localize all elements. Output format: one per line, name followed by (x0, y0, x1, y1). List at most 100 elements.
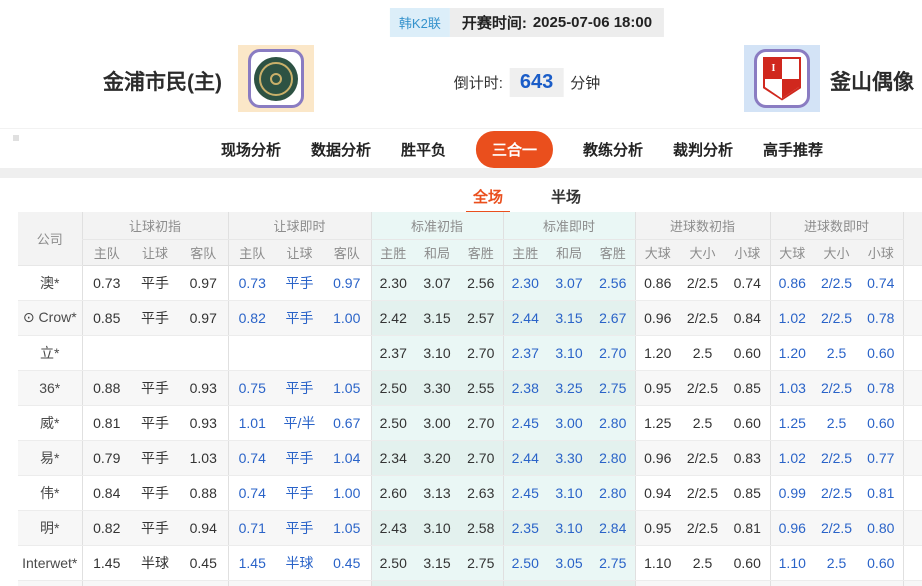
odds-cell: 2.84 (591, 510, 635, 546)
col-header: 主胜 (502, 239, 547, 266)
company-cell[interactable]: Interwet* (18, 545, 82, 581)
odds-cell: 0.95 (634, 510, 680, 546)
odds-cell: 3.10 (415, 510, 459, 546)
odds-row-立: 立* 2.37 3.10 2.70 2.37 3.10 2.70 1.20 2.5 0.60 1.2… (18, 335, 922, 371)
odds-cell: 0.71 (227, 510, 276, 546)
countdown-label: 倒计时: (453, 75, 503, 92)
odds-cell (81, 335, 131, 371)
odds-cell: 0.81 (725, 510, 771, 546)
odds-cell: 平手 (131, 510, 179, 546)
period-tab-0[interactable]: 全场 (473, 186, 503, 214)
group-header-4: 进球数初指 (634, 212, 771, 240)
odds-cell: 2/2.5 (680, 265, 725, 301)
period-subtabs: 全场 半场 (473, 186, 581, 214)
col-header: 客胜 (459, 239, 503, 266)
odds-cell: 2.45 (502, 475, 547, 511)
company-cell[interactable]: 易* (18, 440, 82, 476)
odds-cell: 2/2.5 (680, 300, 725, 336)
odds-cell: 0.97 (179, 265, 228, 301)
odds-cell (814, 580, 860, 586)
nav-tab-4[interactable]: 教练分析 (583, 139, 643, 160)
odds-cell (276, 335, 323, 371)
odds-cell: 3.10 (415, 335, 459, 371)
odds-cell: 2.67 (591, 300, 635, 336)
company-name: 易* (40, 449, 60, 466)
odds-cell: 2/2.5 (680, 440, 725, 476)
odds-cell: 平手 (131, 370, 179, 406)
period-tab-1[interactable]: 半场 (551, 186, 581, 214)
odds-cell: 3.00 (547, 405, 591, 441)
company-name: 威* (40, 414, 60, 431)
odds-cell: 3.07 (415, 265, 459, 301)
nav-tab-6[interactable]: 高手推荐 (763, 139, 823, 160)
odds-cell: 2.37 (370, 335, 415, 371)
group-header-5: 进球数即时 (769, 212, 904, 240)
odds-cell: 1.45 (81, 545, 131, 581)
nav-tab-0[interactable]: 现场分析 (221, 139, 281, 160)
odds-cell: 2.38 (502, 370, 547, 406)
company-name: 澳* (40, 274, 60, 291)
odds-cell: 0.85 (725, 475, 771, 511)
league-badge[interactable]: 韩K2联 (389, 8, 450, 37)
col-header: 小球 (725, 239, 771, 266)
odds-cell: 2.35 (502, 510, 547, 546)
odds-cell: 2.70 (459, 440, 503, 476)
away-team-name: 釜山偶像 (830, 71, 914, 94)
odds-cell: 0.74 (227, 440, 276, 476)
odds-cell: 0.86 (634, 265, 680, 301)
odds-cell: 0.95 (634, 370, 680, 406)
odds-cell: 0.94 (634, 475, 680, 511)
section-divider (0, 168, 922, 178)
odds-cell (276, 580, 323, 586)
odds-cell: 2.80 (591, 475, 635, 511)
nav-left-marker (13, 135, 19, 141)
odds-cell (459, 580, 503, 586)
nav-tab-3[interactable]: 三合一 (475, 130, 554, 168)
odds-cell: 平手 (276, 510, 323, 546)
nav-tab-2[interactable]: 胜平负 (401, 139, 446, 160)
odds-cell: 2.50 (502, 545, 547, 581)
col-header: 客胜 (591, 239, 635, 266)
company-cell[interactable]: 明* (18, 510, 82, 546)
col-header: 和局 (547, 239, 591, 266)
company-cell[interactable]: 36* (18, 370, 82, 406)
odds-cell: 3.13 (415, 475, 459, 511)
odds-cell: 0.97 (179, 300, 228, 336)
odds-cell: 0.82 (81, 510, 131, 546)
company-cell[interactable]: 立* (18, 335, 82, 371)
odds-cell (634, 580, 680, 586)
partial-row (18, 580, 922, 586)
odds-cell: 2.30 (370, 265, 415, 301)
odds-cell: 0.96 (769, 510, 815, 546)
extra-cell: ≡ (902, 475, 922, 511)
odds-cell: 1.05 (323, 370, 371, 406)
nav-tab-1[interactable]: 数据分析 (311, 139, 371, 160)
nav-tab-5[interactable]: 裁判分析 (673, 139, 733, 160)
extra-cell: ≡ (902, 510, 922, 546)
odds-cell: 2/2.5 (680, 475, 725, 511)
company-cell[interactable]: 澳* (18, 265, 82, 301)
odds-row-易: 易* 0.79 平手 1.03 0.74 平手 1.04 2.34 3.20 2.70 2.44 3.… (18, 440, 922, 476)
odds-cell: 2.75 (459, 545, 503, 581)
odds-cell (131, 335, 179, 371)
odds-cell: 3.00 (415, 405, 459, 441)
odds-cell: 2.5 (814, 545, 860, 581)
odds-cell: 2/2.5 (814, 510, 860, 546)
odds-cell: 2.80 (591, 405, 635, 441)
odds-cell: 2/2.5 (680, 510, 725, 546)
page: 韩K2联 开赛时间: 2025-07-06 18:00 金浦市民(主) 倒计时:… (0, 0, 922, 586)
company-cell[interactable]: 威* (18, 405, 82, 441)
odds-cell (370, 580, 415, 586)
odds-cell: 0.84 (81, 475, 131, 511)
odds-cell (227, 335, 276, 371)
odds-cell: 2.63 (459, 475, 503, 511)
company-cell[interactable]: 伟* (18, 475, 82, 511)
odds-cell: 2/2.5 (680, 370, 725, 406)
col-header: 大球 (634, 239, 680, 266)
col-header: 大球 (769, 239, 815, 266)
odds-cell: 2.56 (459, 265, 503, 301)
kickoff-time-box: 开赛时间: 2025-07-06 18:00 (449, 8, 665, 37)
odds-cell: 0.74 (725, 265, 771, 301)
company-cell[interactable]: ⊙ Crow* (18, 300, 82, 336)
odds-cell: 2.70 (459, 335, 503, 371)
